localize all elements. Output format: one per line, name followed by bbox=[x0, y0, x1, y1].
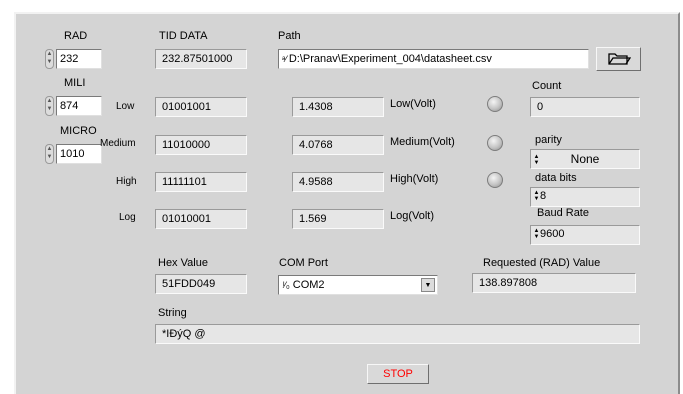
path-value: D:\Pranav\Experiment_004\datasheet.csv bbox=[288, 53, 492, 65]
data-bits-label: data bits bbox=[535, 172, 577, 184]
path-icon: ᵃ⁄ bbox=[282, 54, 287, 64]
low-bits-value: 01001001 bbox=[155, 97, 247, 117]
medium-led-icon bbox=[487, 135, 503, 151]
baud-rate-value: 9600 bbox=[540, 228, 565, 240]
high-label: High bbox=[116, 176, 137, 187]
tid-data-value: 232.87501000 bbox=[155, 49, 247, 69]
log-bits-value: 01010001 bbox=[155, 209, 247, 229]
requested-label: Requested (RAD) Value bbox=[483, 257, 601, 269]
parity-select[interactable]: ▲ ▼ None bbox=[530, 149, 640, 169]
path-input[interactable]: ᵃ⁄ D:\Pranav\Experiment_004\datasheet.csv bbox=[278, 49, 589, 69]
string-label: String bbox=[158, 307, 187, 319]
data-bits-spinner-icon[interactable]: ▲ ▼ bbox=[533, 190, 540, 202]
com-port-value: COM2 bbox=[292, 279, 325, 291]
string-value: *IÐýQ @ bbox=[155, 324, 640, 344]
log-volt-value: 1.569 bbox=[292, 209, 384, 229]
rad-label: RAD bbox=[64, 30, 88, 42]
path-label: Path bbox=[278, 30, 301, 42]
parity-spinner-icon[interactable]: ▲ ▼ bbox=[533, 154, 540, 166]
medium-volt-label: Medium(Volt) bbox=[390, 136, 455, 148]
high-bits-value: 11111101 bbox=[155, 172, 247, 192]
mili-spinner-icon[interactable]: ▲ ▼ bbox=[45, 96, 54, 116]
com-port-select[interactable]: ᴵ⁄₀ COM2 ▼ bbox=[278, 275, 438, 295]
medium-label: Medium bbox=[100, 138, 136, 149]
rad-spinner-icon[interactable]: ▲ ▼ bbox=[45, 49, 54, 69]
count-label: Count bbox=[532, 80, 562, 92]
io-icon: ᴵ⁄₀ bbox=[283, 280, 290, 290]
low-label: Low bbox=[116, 101, 135, 112]
hex-value-label: Hex Value bbox=[158, 257, 208, 269]
mili-input[interactable]: 874 bbox=[56, 96, 102, 116]
requested-value: 138.897808 bbox=[472, 273, 636, 293]
micro-spinner-icon[interactable]: ▲ ▼ bbox=[45, 144, 54, 164]
browse-button[interactable] bbox=[596, 47, 641, 71]
stop-button[interactable]: STOP bbox=[367, 364, 429, 384]
medium-volt-value: 4.0768 bbox=[292, 135, 384, 155]
count-value: 0 bbox=[530, 97, 640, 117]
baud-rate-select[interactable]: ▲ ▼9600 bbox=[530, 225, 640, 245]
baud-rate-spinner-icon[interactable]: ▲ ▼ bbox=[533, 228, 540, 240]
hex-value: 51FDD049 bbox=[155, 274, 247, 294]
rad-input[interactable]: 232 bbox=[56, 49, 102, 69]
com-port-label: COM Port bbox=[279, 257, 328, 269]
data-bits-select[interactable]: ▲ ▼8 bbox=[530, 187, 640, 207]
tid-data-label: TID DATA bbox=[159, 30, 208, 42]
baud-rate-label: Baud Rate bbox=[537, 207, 589, 219]
high-volt-value: 4.9588 bbox=[292, 172, 384, 192]
log-label: Log bbox=[119, 212, 136, 223]
front-panel: RAD ▲ ▼ 232 MILI ▲ ▼ 874 MICRO ▲ ▼ 1010 TID… bbox=[14, 12, 680, 394]
high-led-icon bbox=[487, 172, 503, 188]
log-volt-label: Log(Volt) bbox=[390, 210, 435, 222]
parity-value: None bbox=[570, 152, 600, 166]
low-led-icon bbox=[487, 96, 503, 112]
micro-label: MICRO bbox=[60, 125, 97, 137]
dropdown-arrow-icon[interactable]: ▼ bbox=[421, 278, 435, 292]
mili-label: MILI bbox=[64, 77, 86, 89]
low-volt-label: Low(Volt) bbox=[390, 98, 436, 110]
parity-label: parity bbox=[535, 134, 562, 146]
high-volt-label: High(Volt) bbox=[390, 173, 439, 185]
medium-bits-value: 11010000 bbox=[155, 135, 247, 155]
folder-icon bbox=[607, 53, 631, 65]
micro-input[interactable]: 1010 bbox=[56, 144, 102, 164]
data-bits-value: 8 bbox=[540, 190, 547, 202]
low-volt-value: 1.4308 bbox=[292, 97, 384, 117]
